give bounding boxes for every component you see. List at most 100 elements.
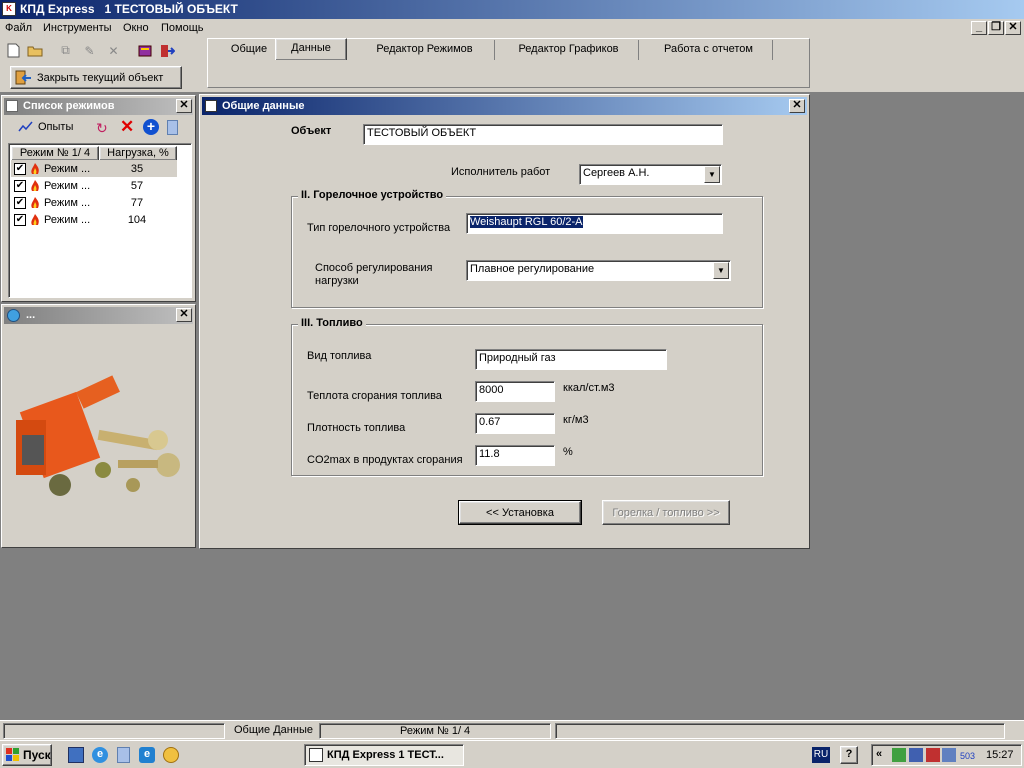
taskbar-app-button[interactable]: КПД Express 1 ТЕСТ... [304,744,464,766]
tray-monitor-icon[interactable] [909,748,923,762]
menu-file[interactable]: Файл [5,22,32,34]
mode-load: 77 [130,196,144,209]
menu-help[interactable]: Помощь [161,22,204,34]
image-panel-titlebar: ... ✕ [4,307,193,324]
tray-expand-icon[interactable]: « [876,748,882,760]
delete-icon[interactable]: ✕ [103,40,124,61]
fuel-group-title: III. Топливо [298,317,366,329]
list-item[interactable]: ✔ Режим ... 104 [11,211,177,228]
burner-image [16,375,180,496]
language-indicator[interactable]: RU [812,747,830,763]
next-button[interactable]: Горелка / топливо >> [602,500,730,525]
close-object-button[interactable]: Закрыть текущий объект [10,66,182,89]
object-input[interactable]: ТЕСТОВЫЙ ОБЪЕКТ [363,124,723,145]
back-button-label: << Установка [486,506,554,519]
flame-icon [31,213,39,225]
status-pane-3 [555,723,1005,739]
experiments-label: Опыты [38,120,74,133]
fuel-type-input[interactable]: Природный газ [475,349,667,370]
mode-name: Режим ... [44,179,91,192]
tab-data[interactable]: Данные [275,38,347,60]
mode-name: Режим ... [44,196,91,209]
burner-type-value: Weishaupt RGL 60/2-A [470,216,583,228]
menu-tools[interactable]: Инструменты [43,22,112,34]
burner-group-title: II. Горелочное устройство [298,189,447,201]
document-icon[interactable] [167,120,178,135]
checkbox[interactable]: ✔ [14,179,26,192]
help-icon[interactable]: ? [840,746,858,764]
image-panel-close-icon[interactable]: ✕ [176,308,192,322]
status-pane-2: Режим № 1/ 4 [319,723,551,739]
menu-window[interactable]: Окно [123,22,149,34]
next-button-label: Горелка / топливо >> [612,506,720,519]
regulation-label-line1: Способ регулирования [315,262,433,274]
back-button[interactable]: << Установка [458,500,582,525]
taskbar-app-label: КПД Express 1 ТЕСТ... [327,749,444,761]
window-title: Общие данные [222,100,305,112]
refresh-icon[interactable]: ↻ [96,120,112,136]
quicklaunch-browser-icon[interactable]: e [139,747,155,763]
image-panel-title: ... [26,309,36,321]
taskbar-app-icon [309,748,323,762]
list-item[interactable]: ✔ Режим ... 77 [11,194,177,211]
object-label: Объект [291,125,332,137]
quicklaunch-clock-icon[interactable] [163,747,179,763]
close-icon[interactable]: ✕ [1005,21,1021,35]
status-bar: Общие Данные Режим № 1/ 4 [0,720,1024,740]
taskbar: Пуск e e КПД Express 1 ТЕСТ... RU ? « 50… [0,740,1024,768]
tray-shield-icon[interactable] [926,748,940,762]
window-titlebar: Общие данные ✕ [202,97,807,115]
chevron-down-icon[interactable]: ▼ [713,262,729,279]
start-button[interactable]: Пуск [2,744,52,766]
minimize-icon[interactable]: _ [971,21,987,35]
quicklaunch-desktop-icon[interactable] [68,747,84,763]
checkbox[interactable]: ✔ [14,213,26,226]
restore-icon[interactable]: ❐ [988,21,1004,35]
list-item[interactable]: ✔ Режим ... 57 [11,177,177,194]
burner-type-input[interactable]: Weishaupt RGL 60/2-A [466,213,723,234]
burner-type-label: Тип горелочного устройства [307,222,451,234]
tab-mode-editor[interactable]: Редактор Режимов [355,40,495,60]
app-title: КПД Express 1 ТЕСТОВЫЙ ОБЪЕКТ [20,2,238,16]
col-header-mode[interactable]: Режим № 1/ 4 [11,146,99,161]
general-data-window: Общие данные ✕ Объект ТЕСТОВЫЙ ОБЪЕКТ Ис… [199,94,810,549]
remove-icon[interactable]: ✕ [120,118,136,135]
regulation-select[interactable]: Плавное регулирование ▼ [466,260,731,281]
windows-logo-icon [6,748,19,761]
tab-report[interactable]: Работа с отчетом [645,40,773,60]
tab-chart-editor[interactable]: Редактор Графиков [499,40,639,60]
heat-input[interactable]: 8000 [475,381,555,402]
export-icon[interactable] [157,40,178,61]
checkbox[interactable]: ✔ [14,196,26,209]
book-icon[interactable] [135,40,156,61]
close-object-icon [15,70,31,84]
quicklaunch-doc-icon[interactable] [117,747,130,763]
co2-unit: % [563,446,573,458]
list-item[interactable]: ✔ Режим ... 35 [11,160,177,177]
density-input[interactable]: 0.67 [475,413,555,434]
tab-general[interactable]: Общие [221,40,277,60]
chevron-down-icon[interactable]: ▼ [704,166,720,183]
tray-network-icon[interactable] [892,748,906,762]
modes-panel-close-icon[interactable]: ✕ [176,99,192,113]
tools-icon[interactable]: ✎ [79,40,100,61]
co2-input[interactable]: 11.8 [475,445,555,466]
experiments-button[interactable]: Опыты [18,120,73,133]
quicklaunch-ie-icon[interactable]: e [92,747,108,763]
modes-panel: Список режимов ✕ Опыты ↻ ✕ + Режим № 1/ … [1,95,196,302]
copy-icon[interactable]: ⧉ [55,40,76,61]
tray-display-icon[interactable] [942,748,956,762]
open-folder-icon[interactable] [24,40,45,61]
flame-icon [31,179,39,191]
fuel-type-label: Вид топлива [307,350,372,362]
window-close-icon[interactable]: ✕ [789,99,805,113]
col-header-load[interactable]: Нагрузка, % [99,146,177,161]
chart-line-icon [18,121,33,132]
start-label: Пуск [23,748,51,762]
checkbox[interactable]: ✔ [14,162,26,175]
add-icon[interactable]: + [143,119,159,135]
clock: 15:27 [986,749,1014,761]
modes-panel-title: Список режимов [23,100,115,112]
new-file-icon[interactable] [3,40,24,61]
executor-select[interactable]: Сергеев А.Н. ▼ [579,164,722,185]
